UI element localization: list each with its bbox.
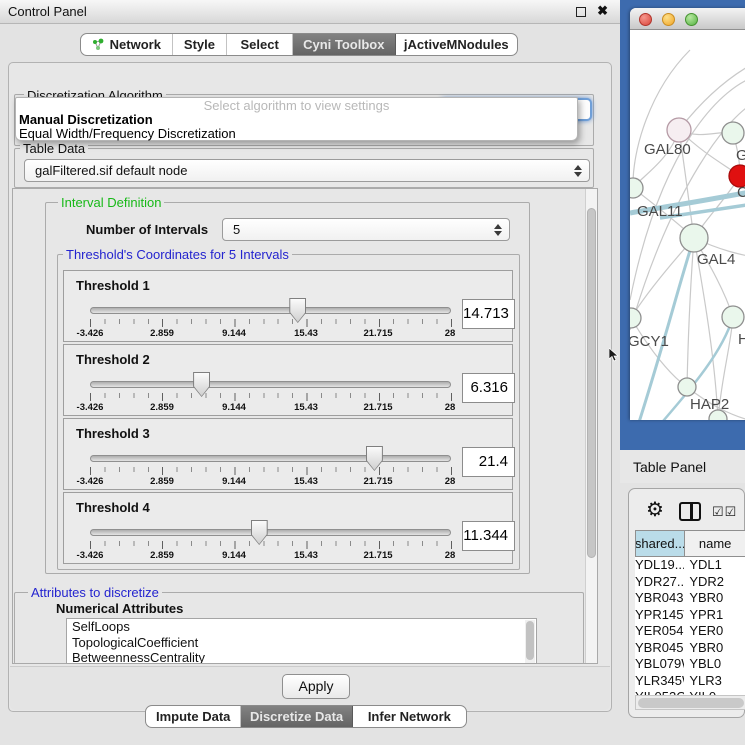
table-row[interactable]: YDR27...YDR2 xyxy=(635,574,745,591)
table-data-combobox[interactable]: galFiltered.sif default node xyxy=(24,159,590,182)
tab-discretize-data[interactable]: Discretize Data xyxy=(241,706,352,727)
apply-button[interactable]: Apply xyxy=(282,674,350,699)
node-gal80[interactable] xyxy=(667,118,691,142)
algorithm-option-manual[interactable]: Manual Discretization xyxy=(16,113,577,127)
node-label-partial-g: G xyxy=(736,147,745,164)
list-item[interactable]: SelfLoops xyxy=(67,619,536,635)
network-icon xyxy=(92,38,105,51)
threshold-3-value-field[interactable]: 21.4 xyxy=(462,447,515,477)
table-row[interactable]: YDL19...YDL1 xyxy=(635,557,745,574)
mouse-cursor xyxy=(609,348,619,362)
column-selector-icon[interactable] xyxy=(679,502,701,521)
node-label-partial-c: C xyxy=(737,184,745,201)
node-label-hap2: HAP2 xyxy=(690,396,729,413)
threshold-2-slider-track[interactable] xyxy=(90,381,451,388)
threshold-1-panel: Threshold 1 -3.426 2.859 9.144 15.43 21.… xyxy=(63,270,513,342)
top-tab-bar: Network Style Select Cyni Toolbox jActiv… xyxy=(80,33,518,56)
table-row[interactable]: YBR045CYBR0 xyxy=(635,640,745,657)
column-header-shared[interactable]: shared... xyxy=(635,530,685,557)
combo-arrows-icon xyxy=(574,165,582,177)
interval-definition-group-title: Interval Definition xyxy=(58,195,164,210)
table-panel-window: ⚙ ☑☑ shared... name YDL19...YDL1 YDR27..… xyxy=(628,488,745,718)
threshold-4-panel: Threshold 4 -3.426 2.859 9.144 15.43 21.… xyxy=(63,492,513,564)
control-panel-title: Control Panel xyxy=(8,4,87,19)
threshold-3-slider-track[interactable] xyxy=(90,455,451,462)
node-label-gal4: GAL4 xyxy=(697,251,735,268)
screen: Control Panel ✖ Network Style xyxy=(0,0,745,745)
number-of-intervals-label: Number of Intervals xyxy=(86,222,208,237)
network-window-titlebar xyxy=(630,8,745,30)
list-scrollbar[interactable] xyxy=(525,620,535,663)
bottom-tab-bar: Impute Data Discretize Data Infer Networ… xyxy=(145,705,467,728)
horizontal-scrollbar[interactable] xyxy=(635,695,745,710)
table-panel-title: Table Panel xyxy=(633,459,706,475)
control-panel: Control Panel ✖ Network Style xyxy=(0,0,620,745)
apply-row: Apply xyxy=(10,666,610,710)
table-header-row: shared... name xyxy=(635,530,745,557)
list-item[interactable]: BetweennessCentrality xyxy=(67,650,536,664)
node-gcy1[interactable] xyxy=(630,308,641,328)
algorithm-option-equal-width[interactable]: Equal Width/Frequency Discretization xyxy=(16,127,577,141)
table-row[interactable]: YBR043CYBR0 xyxy=(635,590,745,607)
node-partial-g[interactable] xyxy=(722,122,744,144)
combo-arrows-icon xyxy=(494,224,502,236)
node-gal4[interactable] xyxy=(680,224,708,252)
numerical-attributes-label: Numerical Attributes xyxy=(56,601,183,616)
threshold-4-slider-track[interactable] xyxy=(90,529,451,536)
tab-cyni-toolbox[interactable]: Cyni Toolbox xyxy=(293,34,396,55)
table-data-selected: galFiltered.sif default node xyxy=(35,163,187,178)
algorithm-dropdown-popup: Select algorithm to view settings Manual… xyxy=(15,97,578,141)
node-table: shared... name YDL19...YDL1 YDR27...YDR2… xyxy=(635,530,745,701)
node-label-partial-h: H xyxy=(738,331,745,348)
tab-infer-network[interactable]: Infer Network xyxy=(353,706,466,727)
number-of-intervals-combobox[interactable]: 5 xyxy=(222,218,510,241)
threshold-4-value-field[interactable]: 11.344 xyxy=(462,521,515,551)
column-header-name[interactable]: name xyxy=(685,530,745,557)
gear-icon[interactable]: ⚙ xyxy=(646,500,664,520)
network-canvas[interactable]: GAL80 G C GAL11 GAL4 GCY1 H HAP2 xyxy=(630,30,745,420)
tab-network[interactable]: Network xyxy=(81,34,173,55)
float-window-icon[interactable] xyxy=(576,7,586,17)
control-panel-titlebar: Control Panel ✖ xyxy=(0,0,620,24)
zoom-traffic-light-icon[interactable] xyxy=(685,13,698,26)
threshold-2-value-field[interactable]: 6.316 xyxy=(462,373,515,403)
attributes-group-title: Attributes to discretize xyxy=(28,585,162,600)
close-traffic-light-icon[interactable] xyxy=(639,13,652,26)
table-row[interactable]: YBL079WYBL0 xyxy=(635,656,745,673)
tab-style[interactable]: Style xyxy=(173,34,228,55)
node-partial-h[interactable] xyxy=(722,306,744,328)
node-hap2[interactable] xyxy=(678,378,696,396)
network-view-window: GAL80 G C GAL11 GAL4 GCY1 H HAP2 xyxy=(630,8,745,420)
minimize-traffic-light-icon[interactable] xyxy=(662,13,675,26)
threshold-1-slider-track[interactable] xyxy=(90,307,451,314)
table-data-group-title: Table Data xyxy=(20,141,88,156)
threshold-1-value-field[interactable]: 14.713 xyxy=(462,299,515,329)
table-row[interactable]: YLR345WYLR3 xyxy=(635,673,745,690)
number-of-intervals-value: 5 xyxy=(233,222,240,237)
close-icon[interactable]: ✖ xyxy=(597,3,608,19)
tab-impute-data[interactable]: Impute Data xyxy=(146,706,241,727)
thresholds-group-title: Threshold's Coordinates for 5 Intervals xyxy=(63,247,292,262)
list-item[interactable]: TopologicalCoefficient xyxy=(67,635,536,651)
table-row[interactable]: YPR145WYPR1 xyxy=(635,607,745,624)
threshold-2-panel: Threshold 2 -3.426 2.859 9.144 15.43 21.… xyxy=(63,344,513,416)
checkboxes-icon[interactable]: ☑☑ xyxy=(712,504,737,520)
tab-select[interactable]: Select xyxy=(227,34,293,55)
vertical-scrollbar-thumb[interactable] xyxy=(587,208,596,558)
table-panel-titlebar: Table Panel xyxy=(620,450,745,483)
node-label-gal80: GAL80 xyxy=(644,141,691,158)
node-label-gcy1: GCY1 xyxy=(630,333,669,350)
threshold-3-panel: Threshold 3 -3.426 2.859 9.144 15.43 21.… xyxy=(63,418,513,490)
node-label-gal11: GAL11 xyxy=(637,203,683,220)
tab-jactivemnodules[interactable]: jActiveMNodules xyxy=(396,34,517,55)
tab-network-label: Network xyxy=(110,37,161,52)
table-row[interactable]: YER054CYER0 xyxy=(635,623,745,640)
algorithm-prompt-option[interactable]: Select algorithm to view settings xyxy=(16,98,577,113)
numerical-attributes-list: SelfLoops TopologicalCoefficient Between… xyxy=(66,618,537,664)
